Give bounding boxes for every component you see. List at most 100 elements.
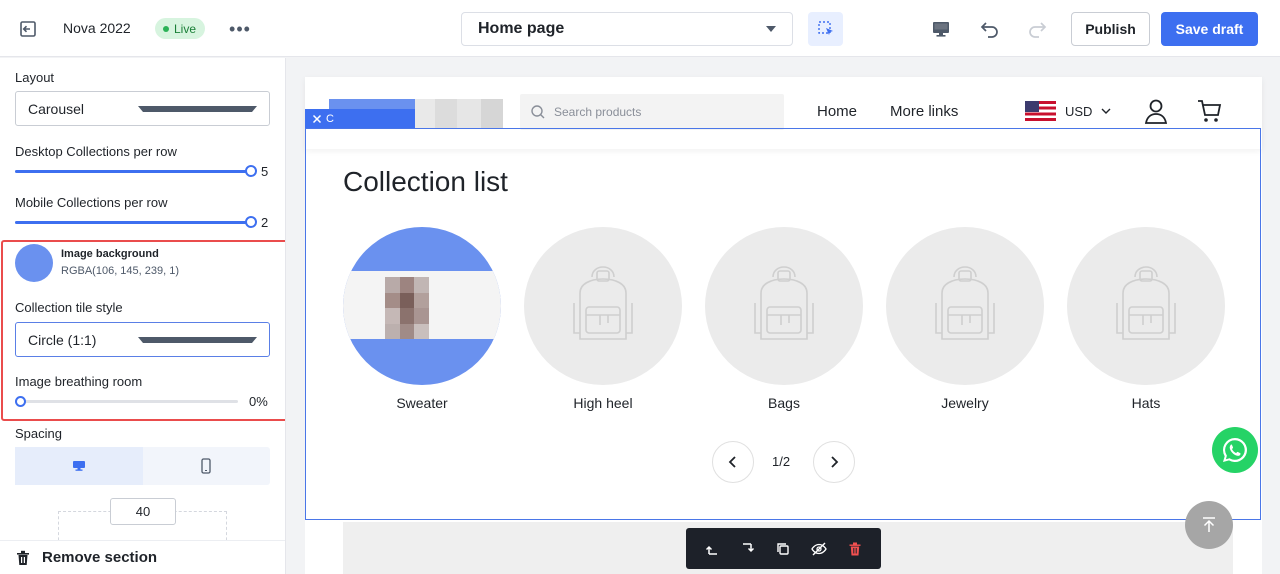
status-badge: Live bbox=[155, 18, 206, 39]
backpack-placeholder-icon bbox=[754, 266, 814, 340]
collection-name: Hats bbox=[1131, 395, 1161, 411]
more-options-icon[interactable]: ••• bbox=[228, 17, 252, 41]
slider-thumb[interactable] bbox=[245, 165, 257, 177]
cart-icon[interactable] bbox=[1195, 97, 1223, 125]
collection-image-placeholder bbox=[705, 227, 863, 385]
nav-link-more-links[interactable]: More links bbox=[890, 103, 958, 120]
redo-icon[interactable] bbox=[1025, 17, 1049, 41]
select-element-tool-icon[interactable] bbox=[808, 12, 843, 46]
collection-tile-hats[interactable]: Hats bbox=[1067, 227, 1225, 411]
undo-icon[interactable] bbox=[978, 17, 1002, 41]
spacing-label: Spacing bbox=[15, 426, 62, 441]
image-background-title: Image background bbox=[61, 248, 159, 260]
slider-thumb[interactable] bbox=[245, 216, 257, 228]
desktop-per-row-label: Desktop Collections per row bbox=[15, 144, 177, 159]
carousel-next-button[interactable] bbox=[813, 441, 855, 483]
page-selector[interactable]: Home page bbox=[461, 12, 793, 46]
status-badge-label: Live bbox=[174, 21, 197, 36]
chevron-down-icon bbox=[1101, 108, 1111, 114]
carousel-prev-button[interactable] bbox=[712, 441, 754, 483]
spacing-mobile-tab[interactable] bbox=[143, 447, 271, 485]
search-placeholder: Search products bbox=[554, 105, 642, 119]
currency-selector[interactable]: USD bbox=[1025, 101, 1111, 121]
layout-select[interactable]: Carousel bbox=[15, 91, 270, 126]
whatsapp-icon bbox=[1222, 437, 1247, 462]
image-background-value: RGBA(106, 145, 239, 1) bbox=[61, 265, 180, 277]
close-icon[interactable] bbox=[312, 114, 322, 124]
chevron-right-icon bbox=[831, 456, 839, 468]
hide-icon[interactable] bbox=[807, 537, 831, 561]
breathing-room-value: 0% bbox=[249, 394, 268, 409]
collection-name: High heel bbox=[573, 395, 633, 411]
remove-section-button[interactable]: Remove section bbox=[0, 540, 285, 574]
spacing-desktop-tab[interactable] bbox=[15, 447, 143, 485]
search-input[interactable]: Search products bbox=[520, 94, 784, 130]
desktop-preview-icon[interactable] bbox=[929, 17, 953, 41]
carousel-page-indicator: 1/2 bbox=[772, 454, 791, 469]
chevron-left-icon bbox=[728, 456, 736, 468]
collection-image-placeholder bbox=[524, 227, 682, 385]
backpack-placeholder-icon bbox=[573, 266, 633, 340]
tile-style-label: Collection tile style bbox=[15, 300, 123, 315]
delete-icon[interactable] bbox=[843, 537, 867, 561]
section-tag[interactable]: C bbox=[305, 109, 415, 128]
collection-tile-high-heel[interactable]: High heel bbox=[524, 227, 682, 411]
image-background-swatch[interactable] bbox=[15, 244, 53, 282]
nav-link-home[interactable]: Home bbox=[817, 103, 857, 120]
spacing-device-toggle bbox=[15, 447, 270, 485]
chevron-down-icon bbox=[137, 336, 257, 343]
us-flag-icon bbox=[1025, 101, 1056, 121]
collection-image-placeholder bbox=[1067, 227, 1225, 385]
chevron-down-icon bbox=[766, 26, 776, 32]
layout-label: Layout bbox=[15, 70, 55, 85]
breathing-room-label: Image breathing room bbox=[15, 374, 143, 389]
remove-section-label: Remove section bbox=[42, 549, 158, 566]
chevron-down-icon bbox=[137, 105, 257, 112]
live-dot-icon bbox=[163, 25, 169, 32]
collection-tile-sweater[interactable]: Sweater bbox=[343, 227, 501, 411]
tile-style-select-value: Circle (1:1) bbox=[28, 331, 97, 348]
layout-select-value: Carousel bbox=[28, 100, 85, 117]
store-page: Search products Home More links USD C Co… bbox=[305, 77, 1262, 574]
settings-panel: Layout Carousel Desktop Collections per … bbox=[0, 58, 286, 574]
mobile-icon bbox=[201, 458, 211, 474]
account-icon[interactable] bbox=[1142, 97, 1170, 125]
collection-name: Sweater bbox=[396, 395, 448, 411]
slider-fill bbox=[15, 170, 251, 173]
move-down-icon[interactable] bbox=[736, 537, 760, 561]
collection-image-placeholder bbox=[886, 227, 1044, 385]
collection-tile-jewelry[interactable]: Jewelry bbox=[886, 227, 1044, 411]
collection-tile-bags[interactable]: Bags bbox=[705, 227, 863, 411]
desktop-icon bbox=[72, 461, 85, 471]
move-up-icon[interactable] bbox=[700, 537, 724, 561]
mobile-per-row-slider[interactable] bbox=[15, 216, 257, 228]
collection-title: Collection list bbox=[343, 166, 508, 197]
desktop-per-row-value: 5 bbox=[261, 164, 269, 179]
trash-icon bbox=[17, 550, 29, 565]
preview-canvas: Search products Home More links USD C Co… bbox=[287, 58, 1280, 574]
tile-style-select[interactable]: Circle (1:1) bbox=[15, 322, 270, 357]
breathing-room-slider[interactable] bbox=[15, 396, 238, 407]
search-icon bbox=[531, 105, 545, 119]
spacing-value-input[interactable]: 40 bbox=[110, 498, 176, 525]
publish-button[interactable]: Publish bbox=[1071, 12, 1150, 46]
backpack-placeholder-icon bbox=[935, 266, 995, 340]
save-draft-button[interactable]: Save draft bbox=[1161, 12, 1258, 46]
slider-fill bbox=[15, 221, 251, 224]
duplicate-icon[interactable] bbox=[771, 537, 795, 561]
backpack-placeholder-icon bbox=[1116, 266, 1176, 340]
exit-icon[interactable] bbox=[16, 17, 40, 41]
currency-value: USD bbox=[1065, 103, 1093, 119]
arrow-up-icon bbox=[1203, 517, 1215, 532]
section-tag-label: C bbox=[326, 112, 334, 125]
collection-name: Bags bbox=[768, 395, 800, 411]
site-name: Nova 2022 bbox=[63, 20, 131, 36]
pixelated-image bbox=[385, 277, 429, 339]
slider-thumb[interactable] bbox=[15, 396, 26, 407]
page-selector-value: Home page bbox=[478, 20, 565, 37]
whatsapp-button[interactable] bbox=[1212, 427, 1258, 473]
mobile-per-row-label: Mobile Collections per row bbox=[15, 195, 168, 210]
desktop-per-row-slider[interactable] bbox=[15, 165, 257, 177]
section-floating-toolbar bbox=[686, 528, 881, 569]
scroll-to-top-button[interactable] bbox=[1185, 501, 1233, 549]
